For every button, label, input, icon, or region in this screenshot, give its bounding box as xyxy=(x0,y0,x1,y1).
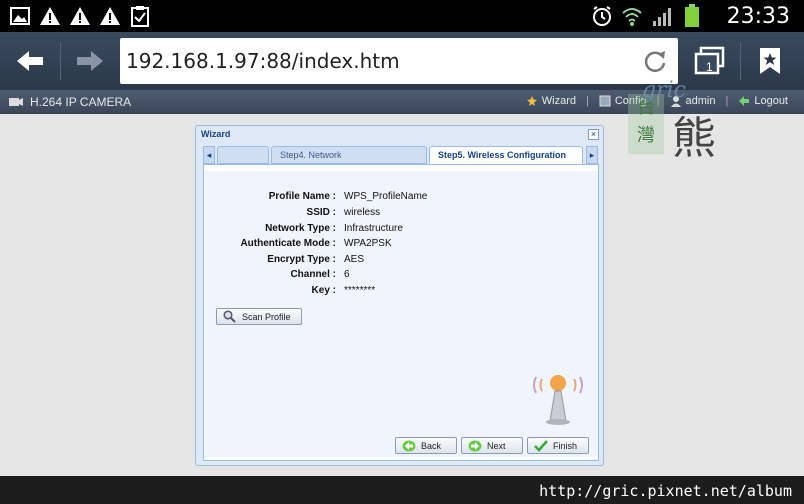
field-label: Channel : xyxy=(290,269,336,280)
field-value: WPS_ProfileName xyxy=(344,191,428,202)
step-next-arrow[interactable]: ▸ xyxy=(586,146,598,164)
url-bar[interactable]: 192.168.1.97:88/index.htm xyxy=(120,38,678,84)
watermark-logo: 台 灣 gric 熊 xyxy=(628,78,720,164)
field-label: Key : xyxy=(311,285,336,296)
bookmark-icon xyxy=(760,48,780,74)
watermark-bear: 熊 xyxy=(672,113,716,164)
field-label: Network Type : xyxy=(265,223,336,234)
wireless-antenna-icon xyxy=(533,375,583,425)
step-prev-arrow[interactable]: ◂ xyxy=(203,146,215,164)
logout-icon xyxy=(739,96,750,106)
field-label: Encrypt Type : xyxy=(267,254,336,265)
field-value: Infrastructure xyxy=(344,223,403,234)
arrow-right-icon xyxy=(77,51,103,71)
menu-separator: | xyxy=(725,95,729,107)
clipboard-icon xyxy=(128,4,152,28)
wizard-panel-body: Profile Name : WPS_ProfileName SSID : wi… xyxy=(204,171,598,457)
browser-forward-button[interactable] xyxy=(66,40,114,82)
finish-button[interactable]: Finish xyxy=(527,437,589,454)
warning-icon xyxy=(38,4,62,28)
clock: 23:33 xyxy=(726,4,790,29)
warning-icon xyxy=(98,4,122,28)
status-bar: 23:33 xyxy=(0,0,804,32)
wizard-icon xyxy=(526,96,537,106)
field-label: SSID : xyxy=(306,207,336,218)
arrow-left-icon xyxy=(17,51,43,71)
alarm-icon xyxy=(590,4,614,28)
tabs-button[interactable]: 1 xyxy=(686,40,734,82)
separator xyxy=(740,42,741,80)
wifi-icon xyxy=(620,4,644,28)
back-arrow-icon xyxy=(402,440,416,451)
config-icon xyxy=(599,95,611,107)
reload-icon[interactable] xyxy=(642,48,668,74)
tab-step4[interactable]: Step4. Network xyxy=(271,146,427,164)
field-value: ******** xyxy=(344,285,376,296)
field-value: 6 xyxy=(344,269,350,280)
separator xyxy=(60,42,61,80)
battery-icon xyxy=(680,4,704,28)
watermark-taiwan: 台 灣 xyxy=(628,94,664,154)
wizard-panel: Profile Name : WPS_ProfileName SSID : wi… xyxy=(203,164,599,461)
camera-title: H.264 IP CAMERA xyxy=(30,95,132,109)
wizard-title: Wizard xyxy=(201,129,231,139)
close-button[interactable]: × xyxy=(588,129,599,140)
menu-separator: | xyxy=(586,95,589,107)
next-arrow-icon xyxy=(468,440,482,451)
wizard-dialog: Wizard × ◂ Step4. Network Step5. Wireles… xyxy=(195,125,604,466)
footer-bar: http://gric.pixnet.net/album xyxy=(0,476,804,504)
camera-icon xyxy=(9,98,23,106)
next-button[interactable]: Next xyxy=(461,437,523,454)
field-value: AES xyxy=(344,254,365,265)
back-button[interactable]: Back xyxy=(395,437,457,454)
magnifier-icon xyxy=(223,310,236,323)
credit-url: http://gric.pixnet.net/album xyxy=(539,482,792,500)
gallery-icon xyxy=(8,4,32,28)
scan-profile-button[interactable]: Scan Profile xyxy=(216,308,302,325)
menu-wizard[interactable]: Wizard xyxy=(526,95,576,107)
watermark-gric: gric xyxy=(642,78,686,103)
tab-blank[interactable] xyxy=(217,146,269,164)
field-label: Authenticate Mode : xyxy=(240,238,336,249)
tab-count: 1 xyxy=(706,60,713,74)
bookmark-button[interactable] xyxy=(746,40,794,82)
checkmark-icon xyxy=(534,439,548,452)
wizard-steps: ◂ Step4. Network Step5. Wireless Configu… xyxy=(203,146,599,164)
field-value: WPA2PSK xyxy=(344,238,392,249)
field-value: wireless xyxy=(344,207,381,218)
menu-logout[interactable]: Logout xyxy=(738,95,788,107)
warning-icon xyxy=(68,4,92,28)
camera-brand: H.264 IP CAMERA xyxy=(8,95,131,109)
signal-icon xyxy=(650,4,674,28)
url-text: 192.168.1.97:88/index.htm xyxy=(126,49,400,73)
browser-back-button[interactable] xyxy=(6,40,54,82)
tab-step5[interactable]: Step5. Wireless Configuration xyxy=(429,146,583,164)
field-label: Profile Name : xyxy=(268,191,336,202)
